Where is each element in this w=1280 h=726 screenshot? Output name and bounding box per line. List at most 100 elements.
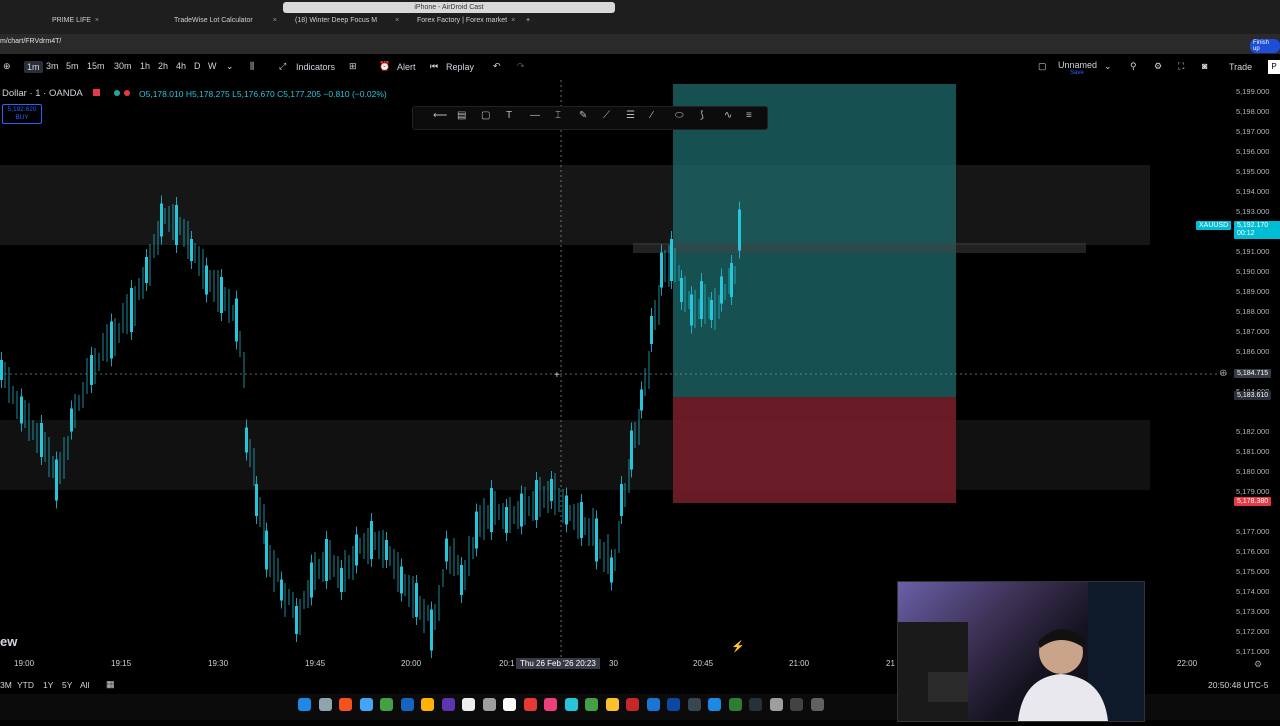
chevron-down-icon[interactable]: ⌄ [226, 61, 234, 72]
symbol-title[interactable]: Dollar · 1 · OANDA [2, 88, 83, 99]
replay-icon[interactable]: ⏮ [430, 61, 438, 72]
dock-app-icon[interactable] [441, 698, 455, 711]
tab-prime-life[interactable]: PRIME LIFE × [52, 12, 99, 30]
fib-tool-icon[interactable]: ☰ [626, 110, 635, 121]
clock-text[interactable]: 20:50:48 UTC-5 [1208, 680, 1268, 690]
brush-tool-icon[interactable]: ✎ [579, 110, 587, 121]
indicators-icon[interactable]: ⤢ [279, 61, 286, 72]
search-icon[interactable]: ⚲ [1130, 61, 1137, 72]
dock-app-icon[interactable] [790, 698, 803, 711]
horizontal-line-icon[interactable]: — [530, 110, 540, 121]
text-tool-icon[interactable]: T [506, 110, 512, 121]
buy-button[interactable]: 5,192.620 BUY [2, 104, 42, 124]
dock-app-icon[interactable] [749, 698, 762, 711]
finish-button[interactable]: Finish up [1250, 39, 1280, 53]
replay-button[interactable]: Replay [446, 62, 474, 72]
dock-app-icon[interactable] [544, 698, 557, 711]
undo-icon[interactable]: ↶ [493, 61, 501, 72]
dock-app-icon[interactable] [810, 698, 824, 711]
chevron-down-icon[interactable]: ⌄ [1104, 61, 1112, 72]
profit-zone[interactable] [673, 84, 956, 397]
dock-app-icon[interactable] [318, 698, 332, 711]
dock-app-icon[interactable] [462, 698, 475, 711]
tab-winter-focus[interactable]: (18) Winter Deep Focus M × [295, 12, 399, 30]
pattern-tool-icon[interactable]: ⟆ [700, 110, 704, 121]
timeframe-1h[interactable]: 1h [140, 61, 150, 71]
indicators-button[interactable]: Indicators [296, 62, 335, 72]
publish-button[interactable]: P [1268, 60, 1280, 74]
candle-type-icon[interactable]: ⫼ [250, 61, 254, 72]
dock-app-icon[interactable] [626, 698, 639, 711]
layout-checkbox-icon[interactable]: ▢ [1038, 61, 1047, 72]
trendline-icon[interactable]: ⁄ [651, 110, 653, 121]
dock-app-icon[interactable] [503, 698, 516, 711]
dock-app-icon[interactable] [523, 698, 537, 711]
chart-drawing[interactable]: + [0, 80, 1230, 658]
alert-button[interactable]: Alert [397, 62, 416, 72]
alert-icon[interactable]: ⏰ [379, 61, 390, 72]
camera-icon[interactable]: ◙ [1202, 61, 1207, 71]
dock-app-icon[interactable] [298, 698, 311, 711]
calendar-icon[interactable]: ▦ [106, 679, 115, 690]
gear-icon[interactable]: ⚙ [1154, 61, 1162, 72]
dock-app-icon[interactable] [687, 698, 701, 711]
line-tool-icon[interactable]: ⟵ [433, 110, 447, 121]
dock-app-icon[interactable] [400, 698, 414, 711]
close-icon[interactable]: × [95, 17, 99, 24]
close-icon[interactable]: × [395, 17, 399, 24]
dock-app-icon[interactable] [339, 698, 352, 711]
address-bar[interactable] [0, 34, 1280, 54]
dock-app-icon[interactable] [482, 698, 496, 711]
more-tools-icon[interactable]: ≡ [746, 110, 752, 121]
timeframe-3m[interactable]: 3m [46, 61, 59, 71]
timeframe-30m[interactable]: 30m [114, 61, 132, 71]
path-tool-icon[interactable]: ⟋ [603, 110, 610, 121]
range-1y[interactable]: 1Y [43, 680, 53, 690]
close-icon[interactable]: × [273, 17, 277, 24]
timeframe-2h[interactable]: 2h [158, 61, 168, 71]
dock-app-icon[interactable] [667, 698, 680, 711]
dock-app-icon[interactable] [421, 698, 434, 711]
add-alert-icon[interactable]: ⊕ [1219, 368, 1227, 379]
dock-app-icon[interactable] [708, 698, 721, 711]
layout-name[interactable]: Unnamed [1058, 60, 1097, 70]
close-icon[interactable]: × [511, 17, 515, 24]
range-3m[interactable]: 3M [0, 680, 12, 690]
tab-forex-factory[interactable]: Forex Factory | Forex market × [417, 12, 515, 30]
timeframe-15m[interactable]: 15m [87, 61, 105, 71]
channel-tool-icon[interactable]: ▤ [457, 110, 466, 121]
layout-save-label[interactable]: Save [1070, 70, 1084, 76]
dock-app-icon[interactable] [605, 698, 619, 711]
price-scale-label: 5,180.000 [1236, 467, 1270, 476]
templates-icon[interactable]: ⊞ [349, 61, 357, 72]
fullscreen-icon[interactable]: ⛶ [1178, 61, 1184, 72]
wave-tool-icon[interactable]: ∿ [724, 110, 732, 121]
dock-app-icon[interactable] [585, 698, 598, 711]
dock-app-icon[interactable] [728, 698, 742, 711]
timeframe-d[interactable]: D [194, 61, 201, 71]
url-text[interactable]: m/chart/FRVdrm4T/ [0, 38, 61, 45]
dock-app-icon[interactable] [564, 698, 578, 711]
range-5y[interactable]: 5Y [62, 680, 72, 690]
tab-tradewise[interactable]: TradeWise Lot Calculator × [174, 12, 277, 30]
shape-tool-icon[interactable]: ⬭ [675, 110, 684, 121]
timeframe-5m[interactable]: 5m [66, 61, 79, 71]
event-marker-icon[interactable]: ⚡ [731, 640, 745, 653]
range-ytd[interactable]: YTD [17, 680, 34, 690]
dock-app-icon[interactable] [769, 698, 783, 711]
timeframe-1m[interactable]: 1m [24, 61, 43, 73]
loss-zone[interactable] [673, 397, 956, 503]
trade-button[interactable]: Trade [1229, 62, 1252, 72]
rectangle-tool-icon[interactable]: ▢ [481, 110, 490, 121]
settings-icon[interactable]: ⚙ [1254, 659, 1262, 670]
redo-icon[interactable]: ↷ [517, 61, 525, 72]
add-symbol-icon[interactable]: ⊕ [3, 61, 11, 72]
range-all[interactable]: All [80, 680, 89, 690]
timeframe-4h[interactable]: 4h [176, 61, 186, 71]
dock-app-icon[interactable] [380, 698, 393, 711]
timeframe-w[interactable]: W [208, 61, 217, 71]
measure-tool-icon[interactable]: ⌶ [555, 110, 561, 121]
dock-app-icon[interactable] [359, 698, 373, 711]
new-tab-icon[interactable]: + [526, 12, 530, 30]
dock-app-icon[interactable] [646, 698, 660, 711]
